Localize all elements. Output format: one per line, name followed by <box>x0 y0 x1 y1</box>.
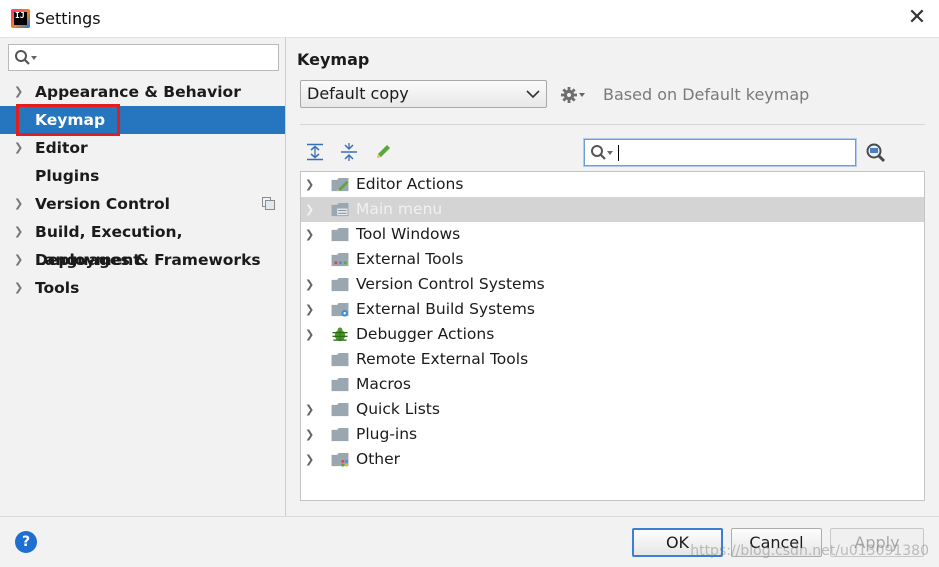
chevron-right-icon[interactable]: ❯ <box>305 397 314 422</box>
tree-row-quick-lists[interactable]: ❯ Quick Lists <box>301 397 924 422</box>
chevron-right-icon[interactable]: ❯ <box>305 297 314 322</box>
sidebar-item-label: Languages & Frameworks <box>35 251 261 269</box>
chevron-right-icon[interactable]: ❯ <box>305 322 314 347</box>
dialog-footer: ? OK Cancel Apply https://blog.csdn.net/… <box>0 516 939 567</box>
edit-pencil-icon[interactable] <box>374 143 392 161</box>
sidebar-item-label: Plugins <box>35 167 100 185</box>
folder-icon <box>331 377 349 392</box>
chevron-right-icon[interactable]: ❯ <box>14 218 23 246</box>
chevron-right-icon[interactable]: ❯ <box>305 222 314 247</box>
chevron-right-icon[interactable]: ❯ <box>305 172 314 197</box>
keymap-select[interactable]: Default copy <box>300 80 547 108</box>
chevron-right-icon[interactable]: ❯ <box>305 422 314 447</box>
tree-row-label: Debugger Actions <box>356 325 495 343</box>
watermark: https://blog.csdn.net/u013091380 <box>690 543 929 559</box>
sidebar-item-label: Editor <box>35 139 88 157</box>
keymap-action-tree[interactable]: ❯ Editor Actions ❯ Main menu ❯ Tool Windows Ex… <box>300 171 925 501</box>
tree-row-external-build-systems[interactable]: ❯ External Build Systems <box>301 297 924 322</box>
sidebar-item-languages-frameworks[interactable]: ❯ Languages & Frameworks <box>0 246 285 274</box>
tree-row-editor-actions[interactable]: ❯ Editor Actions <box>301 172 924 197</box>
sidebar-item-editor[interactable]: ❯ Editor <box>0 134 285 162</box>
sidebar-item-plugins[interactable]: Plugins <box>0 162 285 190</box>
project-scope-icon <box>262 197 275 210</box>
tree-row-label: Macros <box>356 375 411 393</box>
folder-icon <box>331 427 349 442</box>
tree-row-remote-external-tools[interactable]: Remote External Tools <box>301 347 924 372</box>
text-cursor <box>618 145 619 161</box>
divider <box>300 124 925 125</box>
tree-row-label: Plug-ins <box>356 425 418 443</box>
tree-row-debugger-actions[interactable]: ❯ Debugger Actions <box>301 322 924 347</box>
sidebar-item-appearance-behavior[interactable]: ❯ Appearance & Behavior <box>0 78 285 106</box>
chevron-right-icon[interactable]: ❯ <box>305 272 314 297</box>
gear-icon[interactable] <box>561 86 587 104</box>
sidebar-item-version-control[interactable]: ❯ Version Control <box>0 190 285 218</box>
keymap-search-input[interactable] <box>584 139 856 166</box>
sidebar-item-label: Tools <box>35 279 80 297</box>
tree-row-label: Version Control Systems <box>356 275 545 293</box>
sidebar-item-tools[interactable]: ❯ Tools <box>0 274 285 302</box>
tree-row-label: Remote External Tools <box>356 350 529 368</box>
collapse-all-icon[interactable] <box>340 143 358 161</box>
chevron-right-icon[interactable]: ❯ <box>14 78 23 106</box>
tree-row-label: Editor Actions <box>356 175 464 193</box>
other-folder-icon <box>331 452 349 467</box>
folder-icon <box>331 277 349 292</box>
chevron-right-icon[interactable]: ❯ <box>305 197 314 222</box>
bug-icon <box>332 327 348 342</box>
search-icon <box>15 50 37 65</box>
keymap-panel: Keymap Default copy Based on Default key… <box>287 38 939 516</box>
expand-all-icon[interactable] <box>306 143 324 161</box>
tree-row-label: Other <box>356 450 401 468</box>
tree-row-label: External Tools <box>356 250 464 268</box>
tree-row-macros[interactable]: Macros <box>301 372 924 397</box>
help-icon[interactable]: ? <box>15 531 37 553</box>
window-title: Settings <box>35 9 101 28</box>
tree-row-main-menu[interactable]: ❯ Main menu <box>301 197 924 222</box>
editor-actions-icon <box>331 177 349 192</box>
chevron-right-icon[interactable]: ❯ <box>14 246 23 274</box>
external-tools-icon <box>331 252 349 267</box>
chevron-down-icon <box>526 90 540 99</box>
tree-row-external-tools[interactable]: External Tools <box>301 247 924 272</box>
sidebar-item-build-execution-deployment[interactable]: ❯ Build, Execution, Deployment <box>0 218 285 269</box>
tree-row-label: Main menu <box>356 200 443 218</box>
sidebar-item-keymap[interactable]: Keymap <box>0 104 285 136</box>
build-gear-folder-icon <box>331 302 349 317</box>
tree-row-tool-windows[interactable]: ❯ Tool Windows <box>301 222 924 247</box>
highlight-box <box>16 104 120 136</box>
tree-row-label: Quick Lists <box>356 400 440 418</box>
folder-icon <box>331 227 349 242</box>
settings-sidebar: ❯ Appearance & Behavior Keymap ❯ Editor Plugi… <box>0 38 286 516</box>
folder-icon <box>331 402 349 417</box>
chevron-right-icon[interactable]: ❯ <box>14 274 23 302</box>
tree-row-label: Tool Windows <box>356 225 461 243</box>
intellij-idea-icon: IJ <box>11 9 30 28</box>
page-title: Keymap <box>297 50 370 69</box>
settings-nav: ❯ Appearance & Behavior Keymap ❯ Editor Plugi… <box>0 78 285 302</box>
main-menu-icon <box>331 202 349 217</box>
chevron-right-icon[interactable]: ❯ <box>14 134 23 162</box>
sidebar-item-label: Version Control <box>35 195 170 213</box>
search-icon <box>591 145 613 160</box>
sidebar-item-label: Appearance & Behavior <box>35 83 241 101</box>
chevron-right-icon[interactable]: ❯ <box>305 447 314 472</box>
close-icon[interactable]: ✕ <box>907 7 927 29</box>
title-bar: IJ Settings ✕ <box>0 0 939 38</box>
keymap-select-value: Default copy <box>307 84 409 103</box>
tree-row-version-control-systems[interactable]: ❯ Version Control Systems <box>301 272 924 297</box>
find-by-shortcut-icon[interactable] <box>865 142 887 164</box>
sidebar-search-input[interactable] <box>8 44 279 71</box>
tree-row-other[interactable]: ❯ Other <box>301 447 924 472</box>
folder-icon <box>331 352 349 367</box>
tree-row-plug-ins[interactable]: ❯ Plug-ins <box>301 422 924 447</box>
chevron-right-icon[interactable]: ❯ <box>14 190 23 218</box>
tree-row-label: External Build Systems <box>356 300 535 318</box>
based-on-label: Based on Default keymap <box>603 85 810 104</box>
